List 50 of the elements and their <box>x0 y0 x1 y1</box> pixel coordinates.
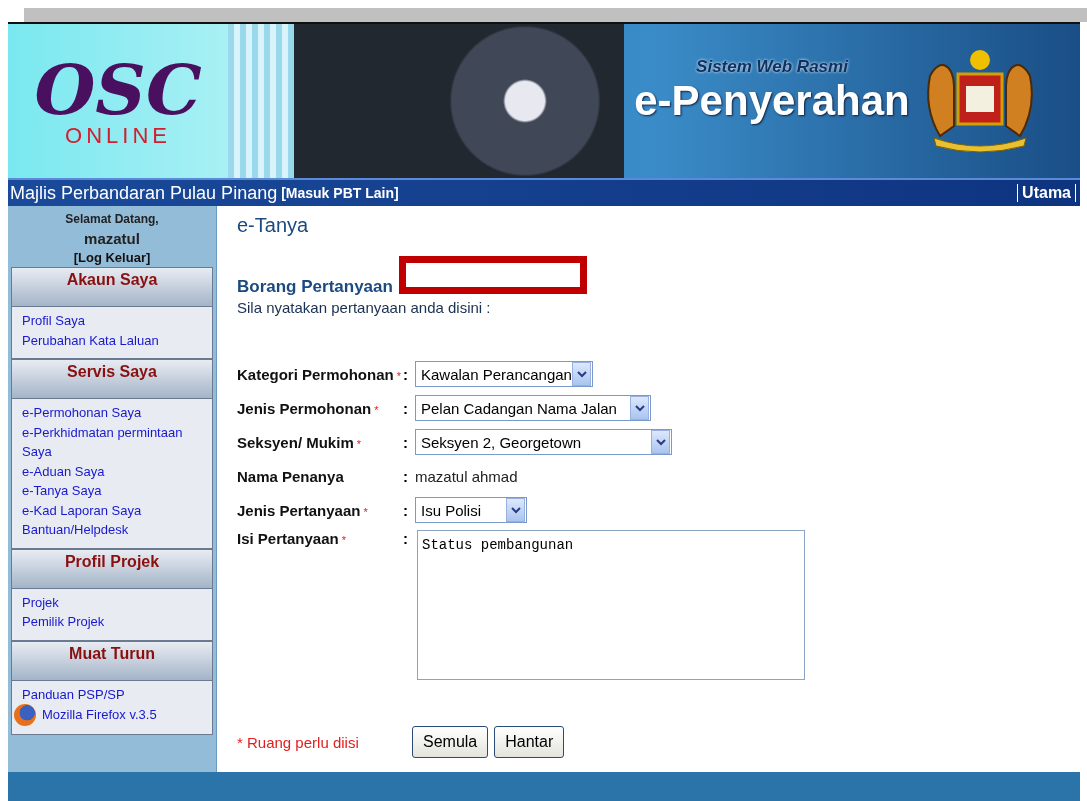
colon: : <box>403 501 409 519</box>
field-label: Seksyen/ Mukim * <box>237 433 362 451</box>
field-label: Kategori Permohonan * <box>237 365 402 383</box>
council-name: Majlis Perbandaran Pulau Pinang <box>10 182 278 204</box>
menu-link[interactable]: Panduan PSP/SP <box>22 684 202 704</box>
field-label: Isi Pertanyaan * <box>237 530 347 547</box>
required-note: * Ruang perlu diisi <box>237 733 360 751</box>
section-header: Servis Saya <box>11 359 213 399</box>
dropdown[interactable]: Pelan Cadangan Nama Jalan <box>415 395 651 421</box>
form-title: Borang Pertanyaan <box>237 277 394 297</box>
browser-globe-icon <box>14 704 36 726</box>
form-button[interactable]: Semula <box>412 726 489 758</box>
logo-subtext: ONLINE <box>65 125 171 147</box>
field-label: Jenis Permohonan * <box>237 399 380 417</box>
section-header: Profil Projek <box>11 548 213 589</box>
logo-text: OSC <box>34 55 202 125</box>
colon: : <box>403 365 409 383</box>
dropdown[interactable]: Isu Polisi <box>415 497 527 523</box>
menu-link[interactable]: Bantuan/Helpdesk <box>22 520 202 540</box>
page-title: e-Tanya <box>237 214 310 237</box>
field-label: Jenis Pertanyaan * <box>237 501 369 519</box>
colon: : <box>403 467 409 485</box>
field-label: Nama Penanya <box>237 467 345 485</box>
field-value: mazatul ahmad <box>415 467 518 485</box>
question-textarea[interactable]: Status pembangunan <box>417 530 805 680</box>
logout-link[interactable]: [Log Keluar] <box>73 248 151 267</box>
colon: : <box>403 530 409 547</box>
menu-link[interactable]: e-Permohonan Saya <box>22 403 202 423</box>
greeting: Selamat Datang, <box>65 211 159 228</box>
dropdown[interactable]: Kawalan Perancangan <box>415 361 593 387</box>
dropdown[interactable]: Seksyen 2, Georgetown <box>415 429 672 455</box>
menu-link[interactable]: Profil Saya <box>22 311 202 331</box>
form-button[interactable]: Hantar <box>494 726 565 758</box>
menu-link[interactable]: Perubahan Kata Laluan <box>22 330 202 350</box>
menu-link[interactable]: e-Aduan Saya <box>22 461 202 481</box>
section-header: Akaun Saya <box>11 267 213 307</box>
download-link[interactable]: Mozilla Firefox v.3.5 <box>42 705 157 725</box>
instruction-text: Sila nyatakan pertanyaan anda disini : <box>237 299 492 316</box>
system-title: e-Penyerahan <box>634 77 910 125</box>
menu-link[interactable]: Projek <box>22 592 202 612</box>
username: mazatul <box>84 229 140 248</box>
colon: : <box>403 399 409 417</box>
menu-link[interactable]: e-Tanya Saya <box>22 481 202 501</box>
tagline: Sistem Web Rasmi <box>696 57 848 77</box>
home-link[interactable]: Utama <box>1017 184 1076 202</box>
switch-council-link[interactable]: [Masuk PBT Lain] <box>281 185 399 201</box>
section-header: Muat Turun <box>11 640 213 681</box>
colon: : <box>403 433 409 451</box>
menu-link[interactable]: e-Kad Laporan Saya <box>22 500 202 520</box>
menu-link[interactable]: Pemilik Projek <box>22 612 202 632</box>
